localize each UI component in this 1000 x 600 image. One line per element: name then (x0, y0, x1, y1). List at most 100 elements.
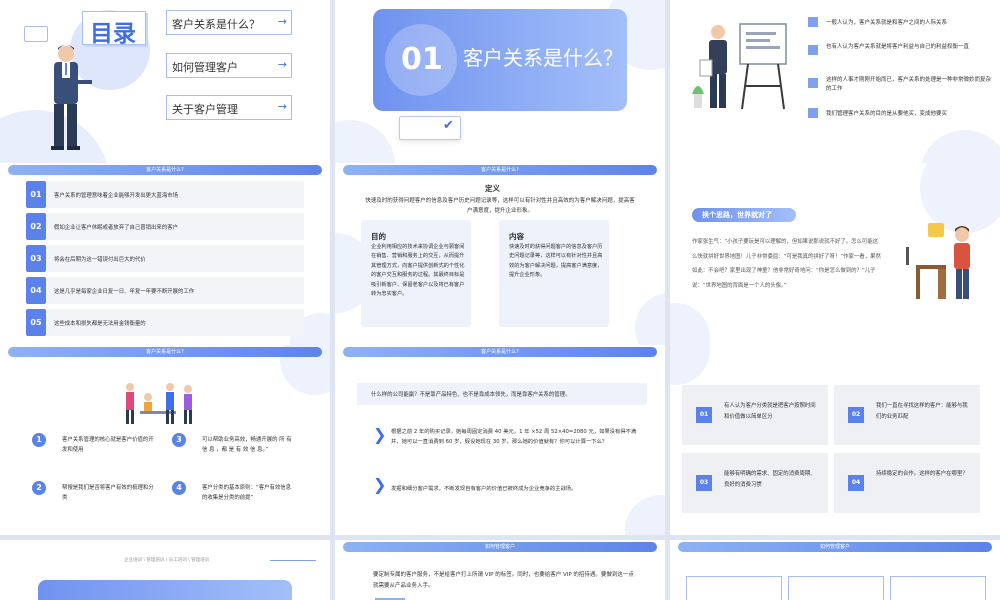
point-text: 帮搜是我们是否将客户有效的梳理和分类 (62, 485, 154, 501)
point-item: 1 客户关系管理的核心就是客户价值的开发和使用 (32, 433, 162, 473)
title-banner (38, 580, 292, 600)
grid-card[interactable]: 03 能够有明确的需求、固定的消费周期、良好的消费习惯 (682, 453, 828, 513)
slide-numbered-list[interactable]: 客户关系是什么? 01 客户关系的管理意味着企业能够开发出更大蓝海市场 02 假如企业… (0, 163, 330, 353)
desk-person-illustration (906, 223, 970, 299)
list-item[interactable]: 03 将会在后期为这一错误付出巨大的代价 (26, 245, 304, 272)
grid-card-text: 我们一直在寻找这样的客户：能够与我们的业务匹配 (876, 403, 968, 420)
manage-text: 要定制专属的客户服务，不是给客户打上所谓 VIP 的标签。同时，也要给客户 VI… (373, 572, 634, 589)
chevron-right-icon: ❯ (373, 425, 387, 444)
bullet-square (808, 108, 818, 118)
grid-card-text: 持续稳定的合作。这样的客户在哪里？ (876, 471, 968, 477)
card (686, 576, 782, 600)
slide-header: 如何管理客户 (343, 542, 657, 552)
point-text: 可以帮助业务高效，畅通开展的 所 有 信 息 ，都 是 有 效 信 息。” (202, 437, 292, 453)
grid-card-text: 能够有明确的需求、固定的消费周期、良好的消费习惯 (724, 471, 816, 488)
point-item: 2 帮搜是我们是否将客户有效的梳理和分类 (32, 481, 162, 521)
story-text: 作家张生气：“小孩子要玩是可以理解的，但如果说那说就不好了。怎么可能这么快就拼好… (692, 239, 881, 289)
arrow-right-icon: → (277, 100, 287, 113)
bullet-square (808, 45, 818, 55)
list-item-number: 05 (26, 309, 46, 336)
bullet-square (808, 78, 818, 88)
presenter-illustration (692, 23, 787, 110)
chevron-right-icon: ❯ (373, 475, 387, 494)
point-1: 一般人认为，客户关系就是和客户之间的人际关系 (826, 20, 948, 26)
toc-item-1[interactable]: 客户关系是什么？ → (166, 10, 292, 35)
purpose-title: 目的 (371, 232, 386, 241)
toc-item-3[interactable]: 关于客户管理 → (166, 95, 292, 120)
grid-card[interactable]: 02 我们一直在寻找这样的客户：能够与我们的业务匹配 (834, 385, 980, 445)
content-text: 快速及时的获得问题客户的信息及客户历史问题记录等，这样可以有针对性并且高效的为客… (509, 244, 603, 279)
slide-toc[interactable]: 目录 客户关系是什么？ → 如何管理客户 → 关于客户管理 → (0, 0, 330, 190)
purpose-text: 企业利用相应的技术来协调企业与顾客间在销售、营销和服务上的交互，从而提升其管理方… (371, 244, 465, 298)
point-text: 客户分类的基本原则：“客户有效信息的收集是分类的前提” (202, 485, 292, 501)
slide-quote[interactable]: 客户关系是什么? 什么样的公司能赢？不是靠产品特色、也不是靠成本领先，而是靠客户… (335, 345, 665, 535)
card (788, 576, 884, 600)
list-item-number: 01 (26, 181, 46, 208)
list-item[interactable]: 05 这些成本和损失都是无法用金钱衡量的 (26, 309, 304, 336)
point-3: 这样的人事才刚刚开始而已，客户关系的处理是一种非常微妙而复杂的工作 (826, 77, 992, 92)
list-item-text: 这是几乎是每家企业日复一日、年复一年要不断开展的工作 (54, 289, 195, 295)
point-2: 也有人认为客户关系就是将客户利益与自己的利益权衡一直 (826, 44, 970, 50)
list-item-text: 客户关系的管理意味着企业能够开发出更大蓝海市场 (54, 193, 178, 199)
arrow-right-icon: → (277, 58, 287, 71)
point-text: 客户关系管理的核心就是客户价值的开发和使用 (62, 437, 154, 453)
section-number: 01 (401, 42, 443, 77)
toc-item-1-label: 客户关系是什么？ (172, 18, 260, 31)
arrow-right-icon: → (277, 15, 287, 28)
bullet-square (808, 17, 818, 27)
list-item-text: 将会在后期为这一错误付出巨大的代价 (54, 257, 146, 263)
grid-card-text: 有人认为客户分类就是把客户按照时间和价值做以简单区分 (724, 403, 816, 420)
grid-card[interactable]: 01 有人认为客户分类就是把客户按照时间和价值做以简单区分 (682, 385, 828, 445)
point-number-circle: 1 (32, 433, 46, 447)
definition-title: 定义 (485, 184, 500, 193)
check-icon: ✔ (443, 118, 454, 133)
point-item: 3 可以帮助业务高效，畅通开展的 所 有 信 息 ，都 是 有 效 信 息。” (172, 433, 302, 473)
slide-grid[interactable]: 01 有人认为客户分类就是把客户按照时间和价值做以简单区分 02 我们一直在寻找这样的… (670, 345, 1000, 535)
slide-section-01[interactable]: 01 客户关系是什么？ ✔ (335, 0, 665, 190)
slide-header: 客户关系是什么? (343, 165, 657, 175)
question-text: 什么样的公司能赢？不是靠产品特色、也不是靠成本领先，而是靠客户关系的管理。 (371, 392, 571, 398)
grid-card[interactable]: 04 持续稳定的合作。这样的客户在哪里？ (834, 453, 980, 513)
point-number-circle: 4 (172, 481, 186, 495)
arrow-line (270, 560, 316, 561)
paragraph-1: 根据之前 2 年的购买记录，她每周固定消费 40 美元，1 年 ×52 周 52… (391, 429, 637, 445)
list-item-number: 03 (26, 245, 46, 272)
point-number-circle: 2 (32, 481, 46, 495)
businessman-illustration (51, 45, 92, 150)
card (890, 576, 986, 600)
slide-manage-text[interactable]: 如何管理客户 要定制专属的客户服务，不是给客户打上所谓 VIP 的标签。同时，也… (335, 540, 665, 600)
point-number-circle: 3 (172, 433, 186, 447)
toc-item-2-label: 如何管理客户 (172, 61, 238, 74)
content-title: 内容 (509, 232, 524, 241)
slide-header: 客户关系是什么? (343, 347, 657, 357)
grid-card-number: 02 (848, 407, 864, 423)
toc-item-3-label: 关于客户管理 (172, 103, 238, 116)
slide-story[interactable]: 换个思路，世界就对了 作家张生气：“小孩子要玩是可以理解的，但如果说那说就不好了… (670, 163, 1000, 353)
list-item[interactable]: 02 假如企业让客户休眠或者放弃了自己曾销出来的客户 (26, 213, 304, 240)
list-item-text: 这些成本和损失都是无法用金钱衡量的 (54, 321, 146, 327)
list-item-text: 假如企业让客户休眠或者放弃了自己曾销出来的客户 (54, 225, 178, 231)
paragraph-2: 发掘和细分客户需求，不断发现自有客户的价值已被终成为企业竞争的主战场。 (391, 486, 577, 492)
slide-definition[interactable]: 客户关系是什么? 定义 快速及时的获得问题客户的信息及客户历史问题记录等，这样可… (335, 163, 665, 353)
grid-card-number: 03 (696, 475, 712, 491)
slide-breadcrumb[interactable]: 企业培训 \ 管理培训 \ 员工培训 \ 管理培训 (0, 540, 330, 600)
slide-header: 客户关系是什么? (8, 347, 322, 357)
definition-text: 快速及时的获得问题客户的信息及客户历史问题记录等，这样可以有针对性并且高效的为客… (365, 198, 635, 214)
story-badge-label: 换个思路，世界就对了 (702, 211, 772, 219)
grid-card-number: 01 (696, 407, 712, 423)
breadcrumb: 企业培训 \ 管理培训 \ 员工培训 \ 管理培训 (124, 558, 210, 563)
slide-header: 客户关系是什么? (8, 165, 322, 175)
list-item[interactable]: 01 客户关系的管理意味着企业能够开发出更大蓝海市场 (26, 181, 304, 208)
toc-item-2[interactable]: 如何管理客户 → (166, 53, 292, 78)
list-item[interactable]: 04 这是几乎是每家企业日复一日、年复一年要不断开展的工作 (26, 277, 304, 304)
slide-manage-cards[interactable]: 如何管理客户 (670, 540, 1000, 600)
slide-presenter-points[interactable]: 一般人认为，客户关系就是和客户之间的人际关系 也有人认为客户关系就是将客户利益与… (670, 0, 1000, 190)
team-illustration (126, 383, 192, 424)
section-title: 客户关系是什么？ (463, 46, 623, 70)
slide-header: 如何管理客户 (678, 542, 992, 552)
list-item-number: 02 (26, 213, 46, 240)
point-item: 4 客户分类的基本原则：“客户有效信息的收集是分类的前提” (172, 481, 302, 521)
grid-card-number: 04 (848, 475, 864, 491)
list-item-number: 04 (26, 277, 46, 304)
slide-four-points[interactable]: 客户关系是什么? 1 客户关系管理的核心就是客户价值的开发和使用 3 可以帮助业务高效… (0, 345, 330, 535)
